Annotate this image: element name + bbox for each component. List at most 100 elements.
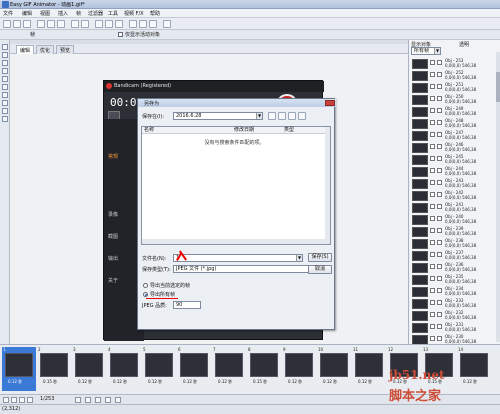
object-row[interactable]: Obj - 242 0,0(0,0) 546,38: [411, 190, 497, 202]
visible-checkbox[interactable]: [430, 324, 435, 329]
play-icon[interactable]: [115, 20, 123, 28]
object-row[interactable]: Obj - 251 0,0(0,0) 546,38: [411, 82, 497, 94]
object-row[interactable]: Obj - 249 0,0(0,0) 546,38: [411, 106, 497, 118]
lock-checkbox[interactable]: [437, 324, 442, 329]
visible-checkbox[interactable]: [430, 72, 435, 77]
list-vscroll[interactable]: [325, 127, 330, 244]
menu-video-fx[interactable]: 视频 F/X: [124, 10, 144, 17]
stop-icon[interactable]: [85, 397, 91, 403]
redo-icon[interactable]: [81, 20, 89, 28]
text-tool-icon[interactable]: [2, 116, 8, 122]
fill-tool-icon[interactable]: [2, 92, 8, 98]
visible-checkbox[interactable]: [430, 276, 435, 281]
visible-checkbox[interactable]: [430, 60, 435, 65]
column-modified[interactable]: 修改日期: [232, 127, 282, 134]
pencil-tool-icon[interactable]: [2, 52, 8, 58]
zoom-tool-icon[interactable]: [2, 108, 8, 114]
menu-tools[interactable]: 工具: [108, 10, 118, 17]
lock-checkbox[interactable]: [437, 192, 442, 197]
object-row[interactable]: Obj - 247 0,0(0,0) 546,38: [411, 130, 497, 142]
visible-checkbox[interactable]: [430, 288, 435, 293]
file-list[interactable]: 名称 修改日期 类型 没有与搜索条件匹配的项。: [141, 126, 331, 245]
lock-checkbox[interactable]: [437, 156, 442, 161]
visible-checkbox[interactable]: [430, 156, 435, 161]
visible-checkbox[interactable]: [430, 120, 435, 125]
active-objects-checkbox[interactable]: [118, 32, 123, 37]
menu-filter[interactable]: 过滤器: [88, 10, 103, 17]
ellipse-tool-icon[interactable]: [2, 84, 8, 90]
object-row[interactable]: Obj - 233 0,0(0,0) 546,38: [411, 298, 497, 310]
lock-checkbox[interactable]: [437, 276, 442, 281]
lock-checkbox[interactable]: [437, 180, 442, 185]
frame-thumbnail[interactable]: 7 0.12 秒: [212, 347, 246, 391]
tab-preview[interactable]: 预览: [56, 45, 75, 54]
lock-checkbox[interactable]: [437, 264, 442, 269]
lock-checkbox[interactable]: [437, 288, 442, 293]
eyedropper-tool-icon[interactable]: [2, 100, 8, 106]
loop-icon[interactable]: [95, 397, 101, 403]
lock-checkbox[interactable]: [437, 312, 442, 317]
menu-view[interactable]: 视图: [40, 10, 50, 17]
object-row[interactable]: Obj - 235 0,0(0,0) 546,38: [411, 274, 497, 286]
paste-icon[interactable]: [57, 20, 65, 28]
visible-checkbox[interactable]: [430, 252, 435, 257]
line-tool-icon[interactable]: [2, 68, 8, 74]
save-icon[interactable]: [23, 20, 31, 28]
last-frame-icon[interactable]: [27, 397, 33, 403]
frame-thumbnail[interactable]: 5 0.12 秒: [142, 347, 176, 391]
frame-thumbnail[interactable]: 2 0.15 秒: [37, 347, 71, 391]
menu-help[interactable]: 帮助: [150, 10, 160, 17]
text-icon[interactable]: [139, 20, 147, 28]
menu-insert[interactable]: 插入: [58, 10, 68, 17]
frame-thumbnail[interactable]: 4 0.12 秒: [107, 347, 141, 391]
lock-checkbox[interactable]: [437, 132, 442, 137]
visible-checkbox[interactable]: [430, 204, 435, 209]
lock-checkbox[interactable]: [437, 72, 442, 77]
select-tool-icon[interactable]: [2, 44, 8, 50]
close-icon[interactable]: [325, 100, 335, 106]
filename-input[interactable]: 1 ▼: [173, 254, 303, 262]
crop-tool-icon[interactable]: [2, 60, 8, 66]
frame-thumbnail[interactable]: 8 0.15 秒: [247, 347, 281, 391]
play-icon[interactable]: [75, 397, 81, 403]
visible-checkbox[interactable]: [430, 84, 435, 89]
first-frame-icon[interactable]: [3, 397, 9, 403]
visible-checkbox[interactable]: [430, 96, 435, 101]
object-row[interactable]: Obj - 239 0,0(0,0) 546,38: [411, 226, 497, 238]
frame-thumbnail[interactable]: 3 0.12 秒: [72, 347, 106, 391]
zoom-icon[interactable]: [105, 397, 111, 403]
list-hscroll[interactable]: [142, 239, 327, 244]
visible-checkbox[interactable]: [430, 180, 435, 185]
object-row[interactable]: Obj - 243 0,0(0,0) 546,38: [411, 178, 497, 190]
object-row[interactable]: Obj - 232 0,0(0,0) 546,38: [411, 310, 497, 322]
visible-checkbox[interactable]: [430, 168, 435, 173]
settings-icon[interactable]: [115, 397, 121, 403]
lock-checkbox[interactable]: [437, 240, 442, 245]
view-menu-icon[interactable]: [298, 112, 306, 120]
wizard-icon[interactable]: [129, 20, 137, 28]
lock-checkbox[interactable]: [437, 60, 442, 65]
object-row[interactable]: Obj - 252 0,0(0,0) 546,38: [411, 70, 497, 82]
object-row[interactable]: Obj - 248 0,0(0,0) 546,38: [411, 118, 497, 130]
frame-thumbnail[interactable]: 6 0.12 秒: [177, 347, 211, 391]
lock-checkbox[interactable]: [437, 168, 442, 173]
sidebar-item-about[interactable]: 关于: [108, 277, 118, 284]
undo-icon[interactable]: [71, 20, 79, 28]
visible-checkbox[interactable]: [430, 216, 435, 221]
object-row[interactable]: Obj - 236 0,0(0,0) 546,38: [411, 262, 497, 274]
lock-checkbox[interactable]: [437, 108, 442, 113]
visible-checkbox[interactable]: [430, 312, 435, 317]
object-row[interactable]: Obj - 250 0,0(0,0) 546,38: [411, 94, 497, 106]
lock-checkbox[interactable]: [437, 228, 442, 233]
save-button[interactable]: 保存(S): [308, 253, 332, 262]
column-name[interactable]: 名称: [142, 127, 232, 134]
lock-checkbox[interactable]: [437, 252, 442, 257]
open-icon[interactable]: [13, 20, 21, 28]
object-row[interactable]: Obj - 241 0,0(0,0) 546,38: [411, 202, 497, 214]
new-folder-icon[interactable]: [288, 112, 296, 120]
save-in-dropdown[interactable]: 2016.6.28 ▼: [173, 112, 263, 120]
cut-icon[interactable]: [37, 20, 45, 28]
menu-edit[interactable]: 编辑: [22, 10, 32, 17]
visible-checkbox[interactable]: [430, 192, 435, 197]
visible-checkbox[interactable]: [430, 264, 435, 269]
